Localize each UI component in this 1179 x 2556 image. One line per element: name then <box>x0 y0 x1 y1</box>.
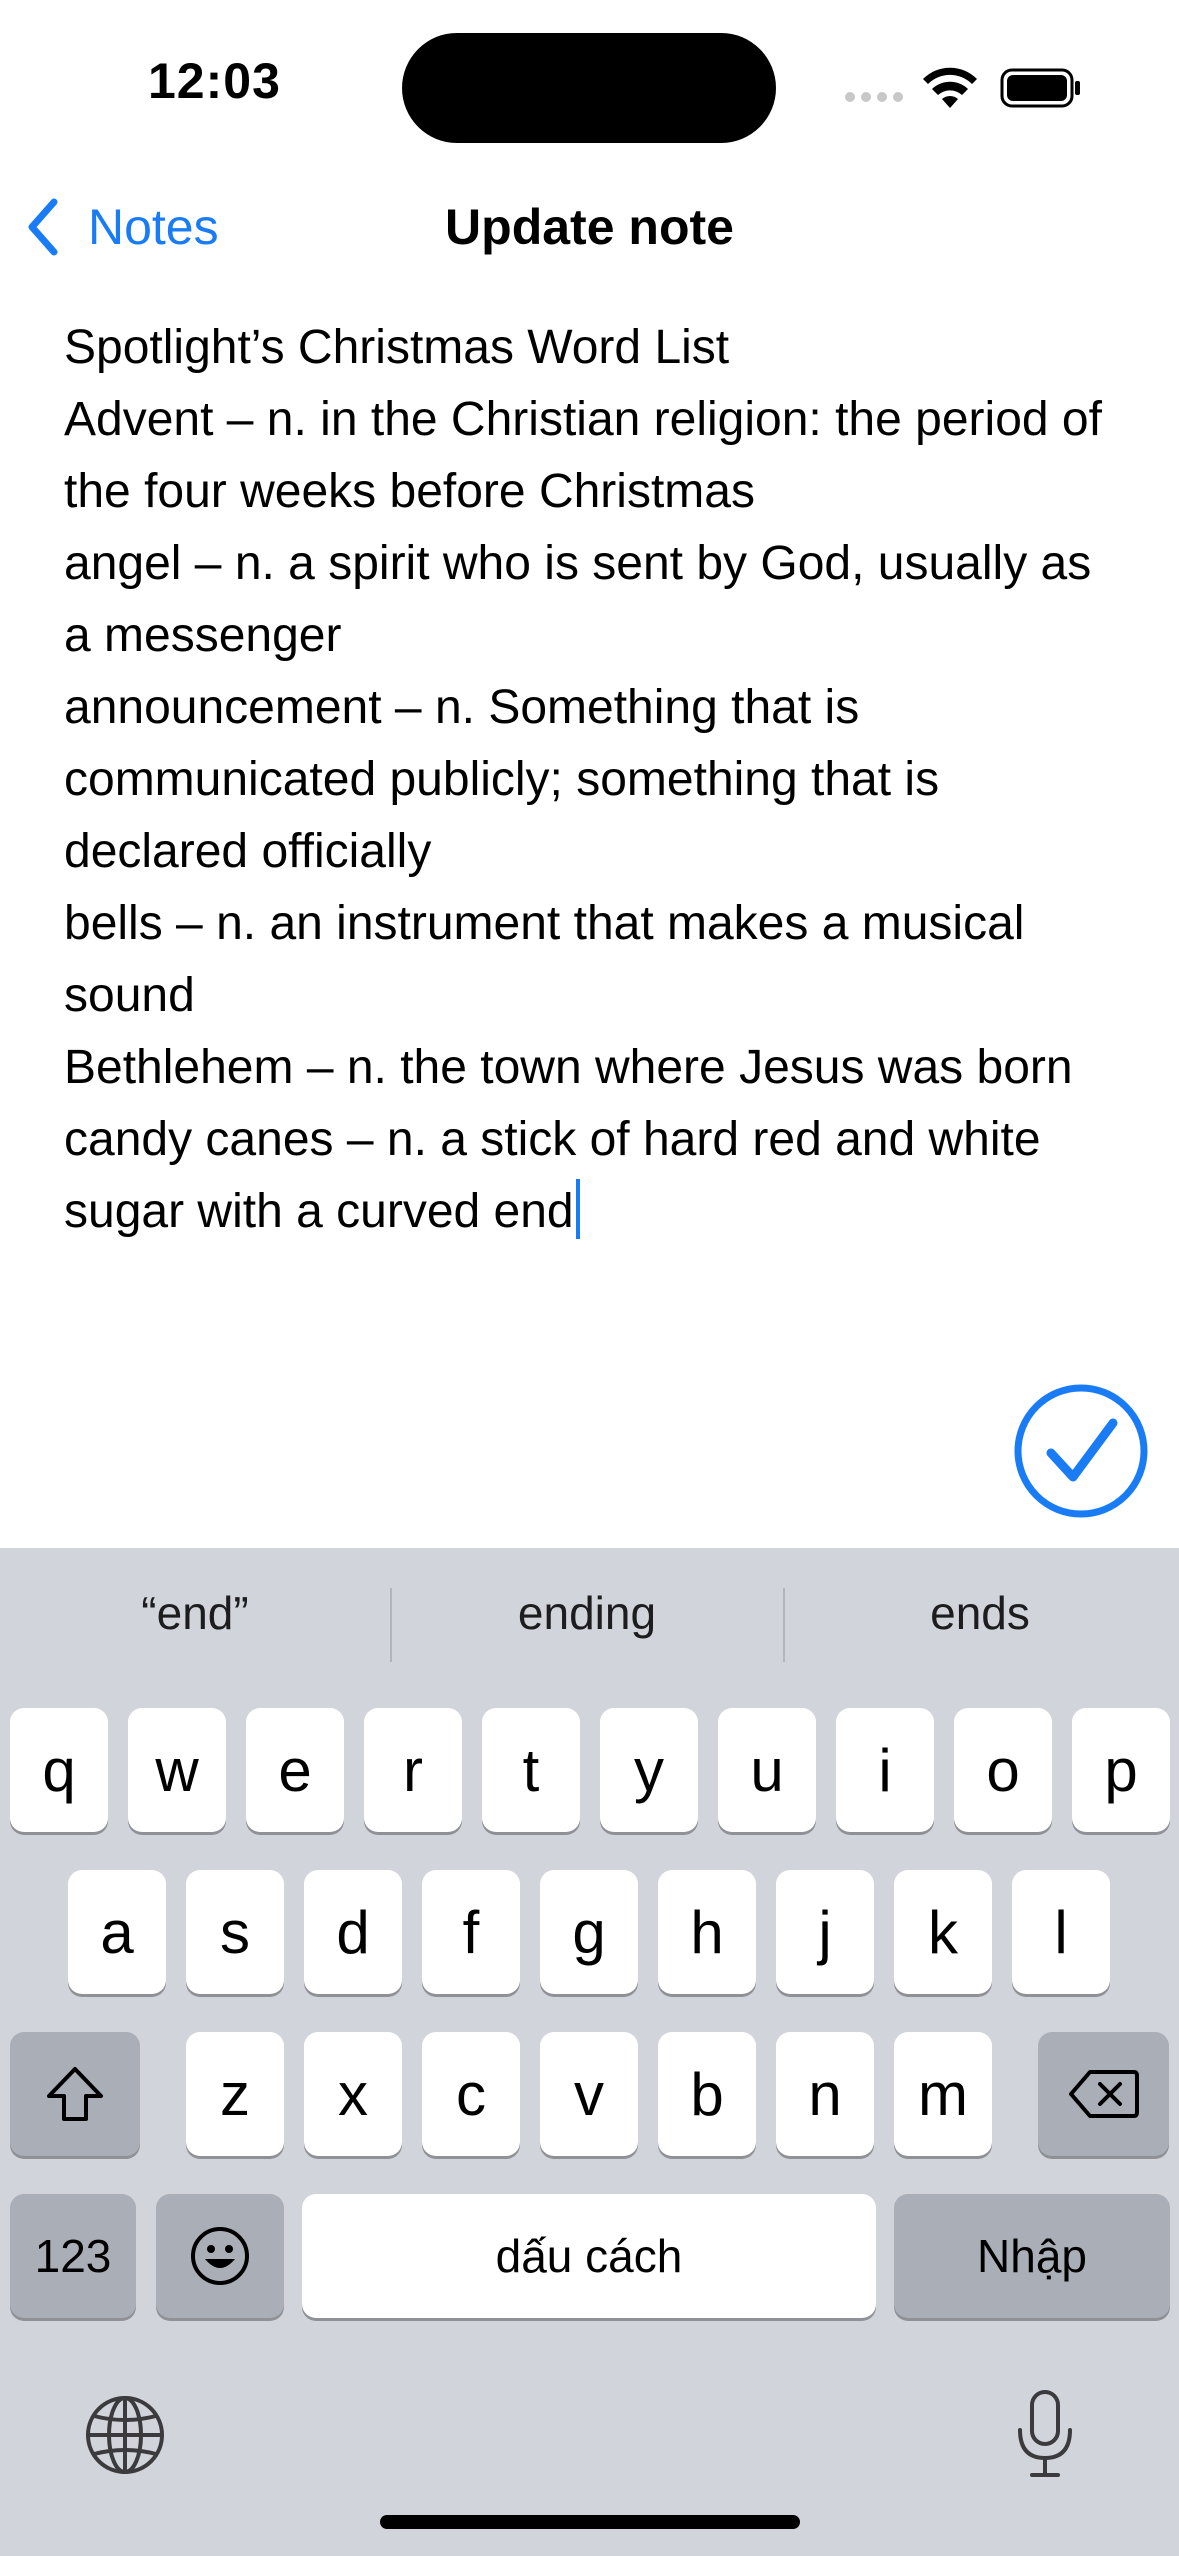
key-u[interactable]: u <box>718 1708 816 1832</box>
status-time: 12:03 <box>148 53 281 109</box>
key-s[interactable]: s <box>186 1870 284 1994</box>
dynamic-island <box>402 33 776 143</box>
key-m[interactable]: m <box>894 2032 992 2156</box>
key-x[interactable]: x <box>304 2032 402 2156</box>
key-b[interactable]: b <box>658 2032 756 2156</box>
key-q[interactable]: q <box>10 1708 108 1832</box>
back-button[interactable]: Notes <box>24 196 219 258</box>
space-key[interactable]: dấu cách <box>302 2194 876 2318</box>
shift-icon <box>47 2067 103 2121</box>
suggestion-item[interactable]: “end” <box>0 1586 390 1640</box>
note-line: angel – n. a spirit who is sent by God, … <box>64 537 1105 662</box>
globe-icon[interactable] <box>84 2394 166 2476</box>
key-i[interactable]: i <box>836 1708 934 1832</box>
back-label: Notes <box>88 199 219 255</box>
backspace-key[interactable] <box>1038 2032 1169 2156</box>
battery-icon <box>1000 68 1080 108</box>
key-c[interactable]: c <box>422 2032 520 2156</box>
key-z[interactable]: z <box>186 2032 284 2156</box>
text-cursor <box>575 1179 580 1239</box>
note-line: bells – n. an instrument that makes a mu… <box>64 897 1038 1022</box>
suggestion-item[interactable]: ending <box>392 1586 782 1640</box>
key-n[interactable]: n <box>776 2032 874 2156</box>
numbers-key[interactable]: 123 <box>10 2194 136 2318</box>
suggestion-bar: “end” ending ends <box>0 1548 1179 1704</box>
key-v[interactable]: v <box>540 2032 638 2156</box>
key-j[interactable]: j <box>776 1870 874 1994</box>
key-r[interactable]: r <box>364 1708 462 1832</box>
key-f[interactable]: f <box>422 1870 520 1994</box>
key-y[interactable]: y <box>600 1708 698 1832</box>
key-e[interactable]: e <box>246 1708 344 1832</box>
key-l[interactable]: l <box>1012 1870 1110 1994</box>
key-k[interactable]: k <box>894 1870 992 1994</box>
key-d[interactable]: d <box>304 1870 402 1994</box>
note-line: Spotlight’s Christmas Word List <box>64 321 730 374</box>
microphone-icon[interactable] <box>1014 2388 1076 2480</box>
key-a[interactable]: a <box>68 1870 166 1994</box>
cellular-signal-icon <box>845 92 905 102</box>
key-t[interactable]: t <box>482 1708 580 1832</box>
note-line: Bethlehem – n. the town where Jesus was … <box>64 1041 1073 1094</box>
key-g[interactable]: g <box>540 1870 638 1994</box>
shift-key[interactable] <box>10 2032 140 2156</box>
key-w[interactable]: w <box>128 1708 226 1832</box>
return-key[interactable]: Nhập <box>894 2194 1170 2318</box>
note-line: announcement – n. Something that is comm… <box>64 681 953 878</box>
key-h[interactable]: h <box>658 1870 756 1994</box>
save-checkmark-button[interactable] <box>1013 1383 1149 1519</box>
wifi-icon <box>923 67 977 108</box>
chevron-left-icon <box>28 198 58 256</box>
note-line: candy canes – n. a stick of hard red and… <box>64 1113 1054 1238</box>
backspace-icon <box>1068 2070 1139 2118</box>
note-line: Advent – n. in the Christian religion: t… <box>64 393 1116 518</box>
note-text-editor[interactable]: Spotlight’s Christmas Word List Advent –… <box>64 312 1124 1248</box>
keyboard: “end” ending ends q w e r t y u i o p a … <box>0 1548 1179 2556</box>
key-p[interactable]: p <box>1072 1708 1170 1832</box>
home-indicator[interactable] <box>380 2515 800 2529</box>
emoji-icon <box>191 2227 249 2285</box>
key-o[interactable]: o <box>954 1708 1052 1832</box>
emoji-key[interactable] <box>156 2194 284 2318</box>
suggestion-item[interactable]: ends <box>785 1586 1175 1640</box>
